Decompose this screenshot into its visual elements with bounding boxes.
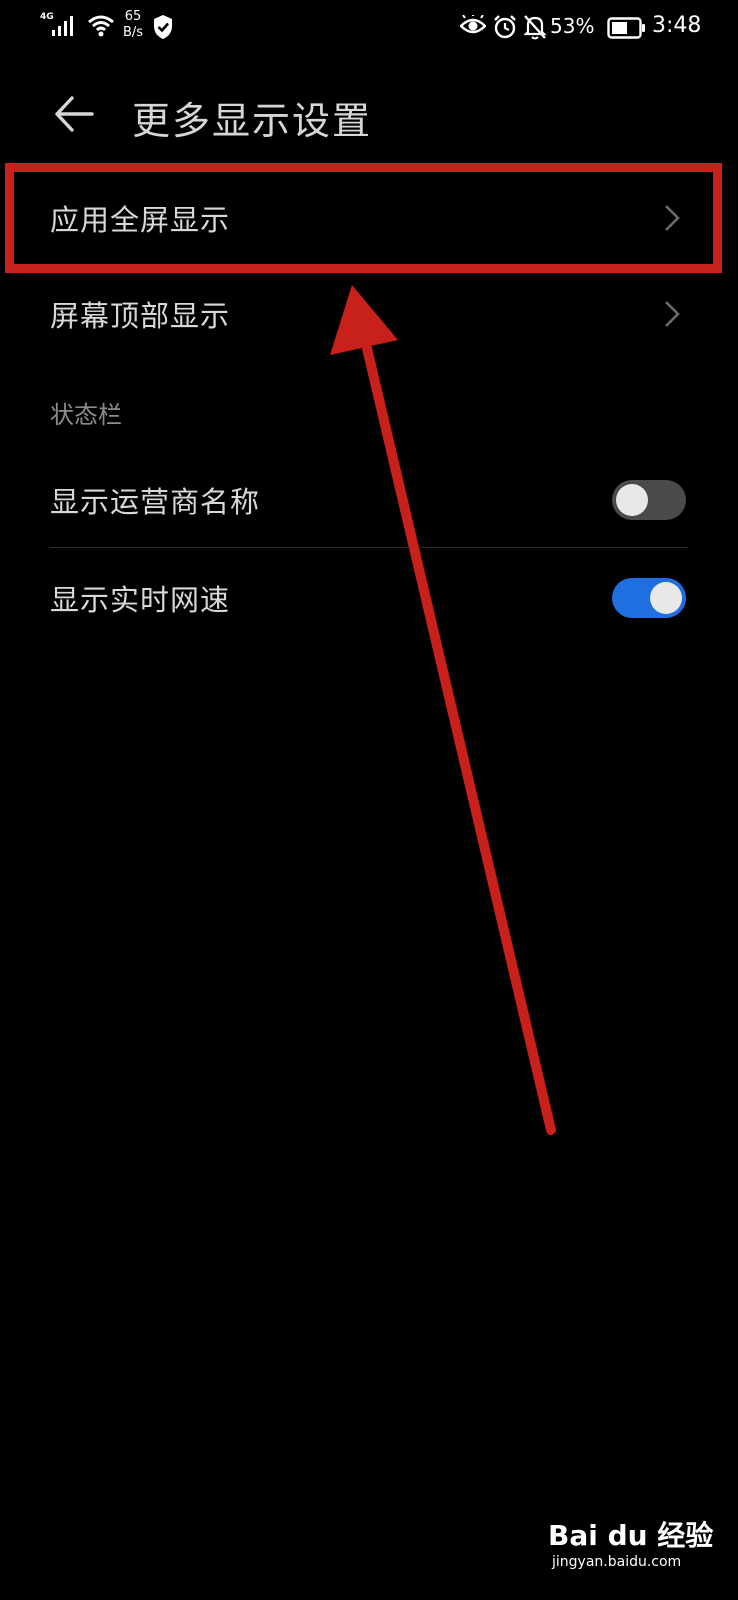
alarm-icon xyxy=(494,15,516,39)
signal-icon xyxy=(52,16,73,36)
chevron-right-icon xyxy=(665,301,680,327)
mute-icon xyxy=(523,15,547,40)
list-item-top-display[interactable]: 屏幕顶部显示 xyxy=(0,268,738,360)
watermark-logo: Bai du 经验 xyxy=(548,1519,714,1552)
toggle-knob xyxy=(650,582,682,614)
shield-icon xyxy=(154,15,172,39)
eye-icon xyxy=(460,15,486,34)
network-speed-toggle[interactable] xyxy=(612,578,686,618)
network-speed: 65 B/s xyxy=(118,9,148,41)
clock: 3:48 xyxy=(652,13,702,38)
item-label: 显示运营商名称 xyxy=(50,485,261,519)
back-button[interactable] xyxy=(48,88,100,140)
list-item-carrier-name[interactable]: 显示运营商名称 xyxy=(0,454,738,546)
carrier-name-toggle[interactable] xyxy=(612,480,686,520)
list-item-network-speed[interactable]: 显示实时网速 xyxy=(0,552,738,644)
back-arrow-icon xyxy=(55,96,94,132)
item-label: 屏幕顶部显示 xyxy=(50,299,231,333)
status-bar: 4G 65 B/s 53% 3:48 xyxy=(0,0,738,56)
speed-unit: B/s xyxy=(122,25,144,40)
wifi-icon xyxy=(88,15,114,37)
watermark-url: jingyan.baidu.com xyxy=(552,1554,682,1570)
speed-value: 65 xyxy=(124,9,142,24)
annotation-highlight-box xyxy=(5,163,722,273)
item-label: 显示实时网速 xyxy=(50,583,231,617)
divider xyxy=(50,547,688,548)
battery-percent: 53% xyxy=(550,14,595,38)
battery-icon xyxy=(607,17,645,39)
header: 更多显示设置 xyxy=(0,70,738,160)
page-title: 更多显示设置 xyxy=(132,99,373,143)
status-right: 53% 3:48 xyxy=(438,0,738,56)
section-header-status-bar: 状态栏 xyxy=(50,401,122,429)
toggle-knob xyxy=(616,484,648,516)
baidu-jingyan-watermark: Bai du 经验 jingyan.baidu.com xyxy=(548,1514,713,1580)
